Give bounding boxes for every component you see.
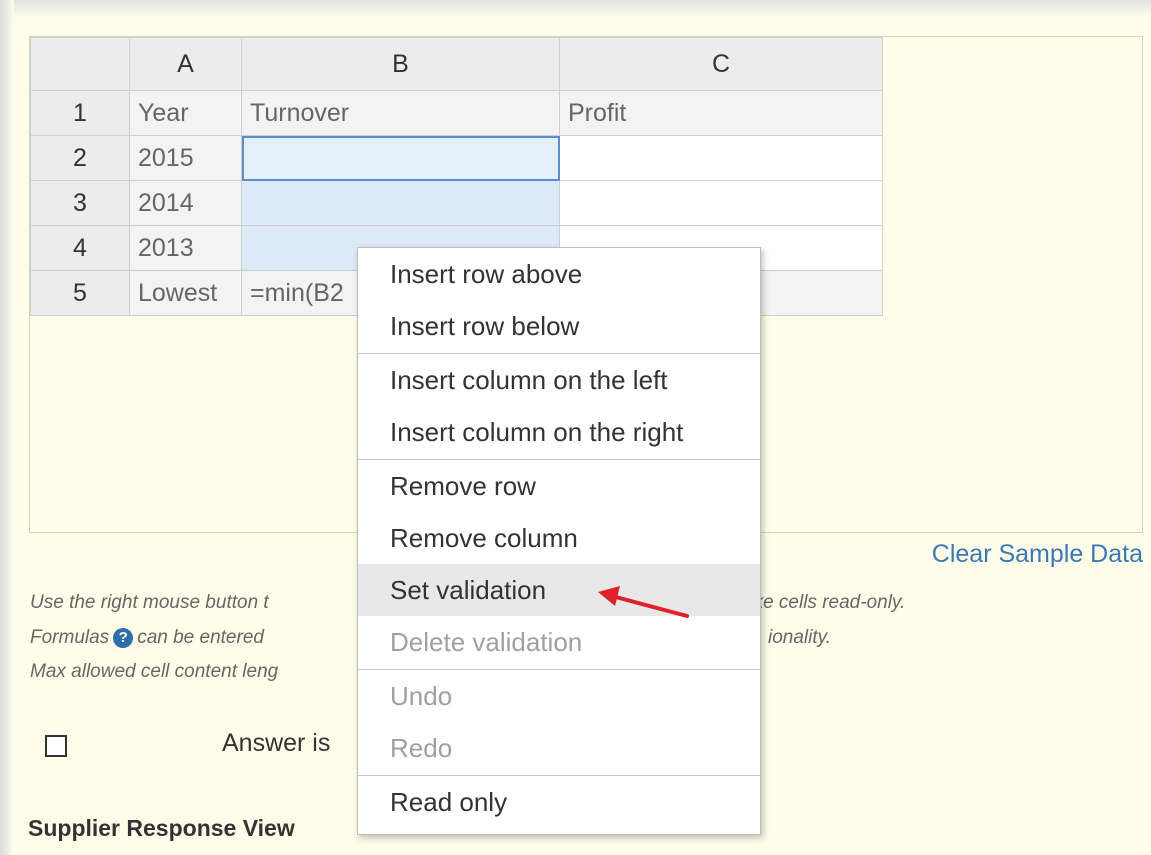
left-shadow [0, 0, 14, 855]
help-line-1: Use the right mouse button t [30, 592, 269, 614]
context-menu: Insert row above Insert row below Insert… [357, 247, 761, 835]
column-header-b[interactable]: B [241, 37, 560, 91]
cell-c3[interactable] [559, 180, 883, 226]
help-line-2-tail: ionality. [768, 627, 832, 648]
menu-read-only[interactable]: Read only [358, 776, 760, 828]
cell-a4[interactable]: 2013 [129, 225, 242, 271]
row-header-2[interactable]: 2 [30, 135, 130, 181]
supplier-response-heading: Supplier Response View [28, 815, 295, 841]
row-header-5[interactable]: 5 [30, 270, 130, 316]
cell-b1[interactable]: Turnover [241, 90, 560, 136]
menu-insert-row-below[interactable]: Insert row below [358, 300, 760, 352]
cell-a3[interactable]: 2014 [129, 180, 242, 226]
clear-sample-data-link[interactable]: Clear Sample Data [932, 540, 1143, 569]
annotation-arrow-icon [598, 586, 689, 618]
cell-c2[interactable] [559, 135, 883, 181]
menu-remove-row[interactable]: Remove row [358, 460, 760, 512]
menu-insert-row-above[interactable]: Insert row above [358, 248, 760, 300]
top-shadow [0, 0, 1151, 18]
question-icon[interactable]: ? [113, 627, 134, 648]
cell-b2[interactable] [241, 135, 560, 181]
menu-insert-column-left[interactable]: Insert column on the left [358, 354, 760, 406]
column-header-c[interactable]: C [559, 37, 883, 91]
row-header-4[interactable]: 4 [30, 225, 130, 271]
corner-cell[interactable] [30, 37, 130, 91]
menu-insert-column-right[interactable]: Insert column on the right [358, 406, 760, 458]
cell-a1[interactable]: Year [129, 90, 242, 136]
help-line-2: Formulas? can be entered [30, 627, 264, 649]
cell-b3[interactable] [241, 180, 560, 226]
menu-remove-column[interactable]: Remove column [358, 512, 760, 564]
row-header-3[interactable]: 3 [30, 180, 130, 226]
answer-label: Answer is [222, 729, 331, 757]
help-line-1-left: Use the right mouse button t [30, 592, 269, 613]
menu-redo[interactable]: Redo [358, 722, 760, 774]
help-line-2-left: can be entered [137, 627, 264, 648]
answer-checkbox[interactable] [45, 735, 67, 757]
row-header-1[interactable]: 1 [30, 90, 130, 136]
menu-undo[interactable]: Undo [358, 670, 760, 722]
cell-c1[interactable]: Profit [559, 90, 883, 136]
column-header-a[interactable]: A [129, 37, 242, 91]
help-line-1-tail: ake cells read-only. [743, 592, 906, 613]
help-formulas-label: Formulas [30, 627, 110, 648]
help-line-3: Max allowed cell content leng [30, 661, 279, 682]
cell-a5[interactable]: Lowest [129, 270, 242, 316]
cell-a2[interactable]: 2015 [129, 135, 242, 181]
